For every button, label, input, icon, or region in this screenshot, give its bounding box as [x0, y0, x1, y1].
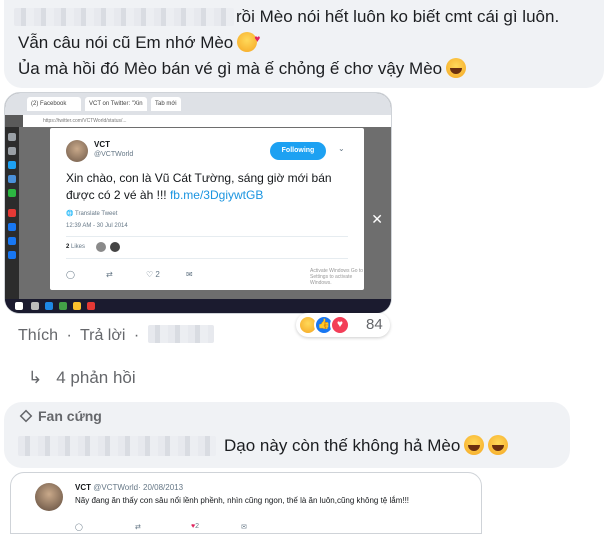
avatar: [96, 242, 106, 252]
blurred-name: [18, 436, 216, 456]
comment-bubble: rồi Mèo nói hết luôn ko biết cmt cái gì …: [4, 0, 604, 88]
replies-label: 4 phản hồi: [56, 368, 136, 387]
reaction-summary[interactable]: 👍 ♥ 84: [296, 313, 390, 337]
retweet-icon: ⇄: [135, 524, 141, 531]
view-replies-link[interactable]: ↳ 4 phản hồi: [28, 368, 136, 388]
comment-text-line3: Ủa mà hồi đó Mèo bán vé gì mà ế chỏng ế …: [18, 58, 467, 80]
tweet-card: VCT @VCTWorld Following ⌄ Xin chào, con …: [50, 128, 364, 290]
reply-arrow-icon: ↳: [28, 368, 43, 387]
address-bar: https://twitter.com/VCTWorld/status/...: [23, 115, 391, 127]
like-link[interactable]: Thích: [18, 327, 58, 344]
reply-icon: ◯: [66, 270, 75, 279]
windows-icon: [15, 302, 23, 310]
message-icon: ✉: [241, 524, 247, 531]
reply-link[interactable]: Trả lời: [80, 327, 125, 344]
tweet-likes: 2 Likes: [66, 244, 86, 250]
tweet-link: fb.me/3DgiywtGB: [169, 188, 264, 202]
separator: ·: [133, 327, 140, 344]
heart-icon: ♡ 2: [146, 270, 160, 279]
comment-text-line2: Vẫn câu nói cũ Em nhớ Mèo: [18, 29, 260, 54]
blurred-name: [14, 8, 234, 26]
reply-icon: ◯: [75, 524, 83, 531]
avatar: [110, 242, 120, 252]
reaction-count: 84: [366, 316, 383, 333]
divider: [66, 236, 348, 237]
browser-tab: (2) Facebook: [27, 97, 81, 111]
blurred-timestamp: [147, 325, 214, 343]
following-button: Following: [270, 142, 326, 160]
windows-watermark: Activate Windows Go to Settings to activ…: [310, 268, 364, 286]
comment-text-line1: rồi Mèo nói hết luôn ko biết cmt cái gì …: [236, 7, 560, 26]
kiss-emoji-icon: [237, 29, 260, 52]
avatar: [66, 140, 88, 162]
comment-actions: Thích · Trả lời ·: [18, 325, 218, 345]
tweet-text: Nãy đang ăn thấy con sâu nổi lềnh phềnh,…: [75, 496, 410, 505]
browser-tab: VCT on Twitter: "Xin chà: [85, 97, 147, 111]
browser-tab-bar: (2) Facebook VCT on Twitter: "Xin chà Ta…: [5, 93, 391, 115]
heart-icon: ♥2: [191, 523, 200, 530]
chevron-down-icon: ⌄: [338, 144, 345, 153]
message-icon: ✉: [186, 270, 193, 279]
avatar: [35, 483, 63, 511]
tweet-datetime: 12:39 AM - 30 Jul 2014: [66, 223, 128, 229]
attached-tweet-image[interactable]: VCT @VCTWorld· 20/08/2013 Nãy đang ăn th…: [10, 472, 482, 534]
translate-tweet-link: 🌐 Translate Tweet: [66, 211, 118, 217]
laughing-emoji-icon: [488, 435, 509, 455]
tweet-text: Xin chào, con là Vũ Cát Tường, sáng giờ …: [66, 171, 332, 202]
retweet-icon: ⇄: [106, 270, 113, 279]
browser-tab: Tab mới: [151, 97, 181, 111]
comment-bubble: Fan cứng Dạo này còn thế không hả Mèo: [4, 402, 570, 468]
diamond-icon: [19, 409, 33, 423]
comment-text: Dạo này còn thế không hả Mèo: [224, 435, 509, 457]
close-icon: ✕: [371, 211, 383, 227]
tweet-header: VCT @VCTWorld· 20/08/2013: [75, 483, 184, 492]
love-reaction-icon: ♥: [330, 315, 350, 335]
divider: [66, 258, 348, 259]
tweet-author-name: VCT: [94, 140, 110, 149]
separator: ·: [66, 327, 72, 344]
side-dock: [5, 127, 19, 301]
fan-badge: Fan cứng: [19, 408, 102, 424]
taskbar: [5, 299, 391, 313]
tweet-author-handle: @VCTWorld: [94, 151, 134, 158]
laughing-emoji-icon: [446, 58, 467, 78]
laughing-emoji-icon: [464, 435, 485, 455]
